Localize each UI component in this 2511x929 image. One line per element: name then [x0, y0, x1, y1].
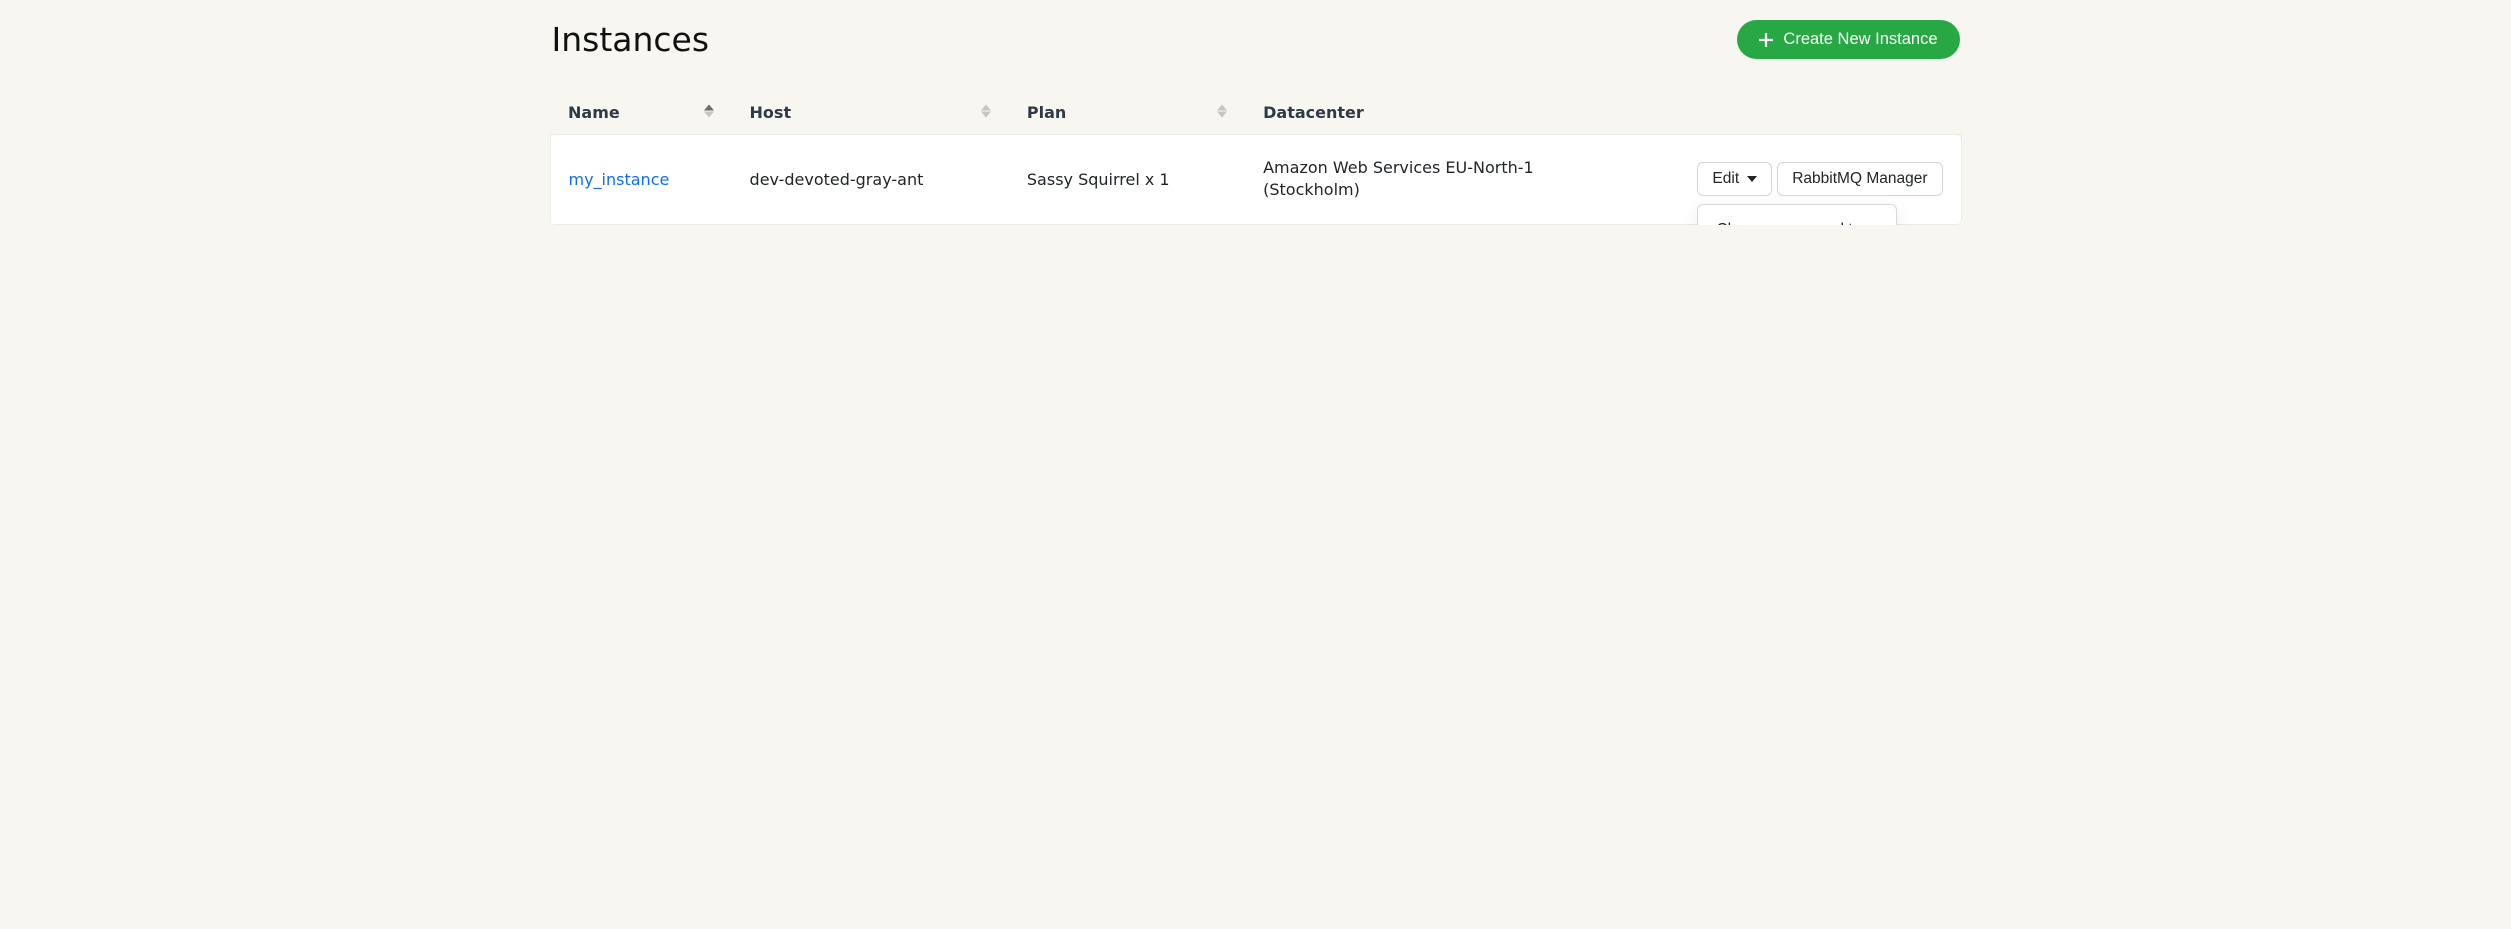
edit-dropdown: Change name and tags Change plan Enable …	[1697, 204, 1896, 224]
caret-down-icon	[1747, 176, 1757, 182]
column-header-plan[interactable]: Plan	[1009, 87, 1245, 135]
sort-icon	[1217, 104, 1227, 117]
table-row: my_instance dev-devoted-gray-ant Sassy S…	[550, 135, 1961, 225]
sort-icon	[981, 104, 991, 117]
instance-plan: Sassy Squirrel x 1	[1009, 135, 1245, 225]
column-header-datacenter-label: Datacenter	[1263, 103, 1364, 122]
rabbitmq-manager-button[interactable]: RabbitMQ Manager	[1777, 162, 1942, 196]
create-instance-button[interactable]: Create New Instance	[1737, 20, 1959, 59]
column-header-datacenter: Datacenter	[1245, 87, 1589, 135]
column-header-actions	[1589, 87, 1961, 135]
sort-icon	[704, 104, 714, 117]
plus-icon	[1759, 33, 1773, 47]
create-instance-label: Create New Instance	[1783, 30, 1937, 49]
edit-button[interactable]: Edit	[1697, 162, 1772, 196]
instances-table: Name Host Plan	[550, 87, 1962, 225]
column-header-name-label: Name	[568, 103, 620, 122]
page-title: Instances	[552, 20, 710, 59]
dropdown-change-name[interactable]: Change name and tags	[1698, 213, 1895, 224]
instance-host: dev-devoted-gray-ant	[732, 135, 1009, 225]
instance-name-link[interactable]: my_instance	[569, 170, 670, 189]
instance-datacenter: Amazon Web Services EU-North-1 (Stockhol…	[1245, 135, 1589, 225]
column-header-host-label: Host	[750, 103, 792, 122]
column-header-name[interactable]: Name	[550, 87, 732, 135]
column-header-host[interactable]: Host	[732, 87, 1009, 135]
edit-button-label: Edit	[1712, 170, 1739, 188]
column-header-plan-label: Plan	[1027, 103, 1066, 122]
